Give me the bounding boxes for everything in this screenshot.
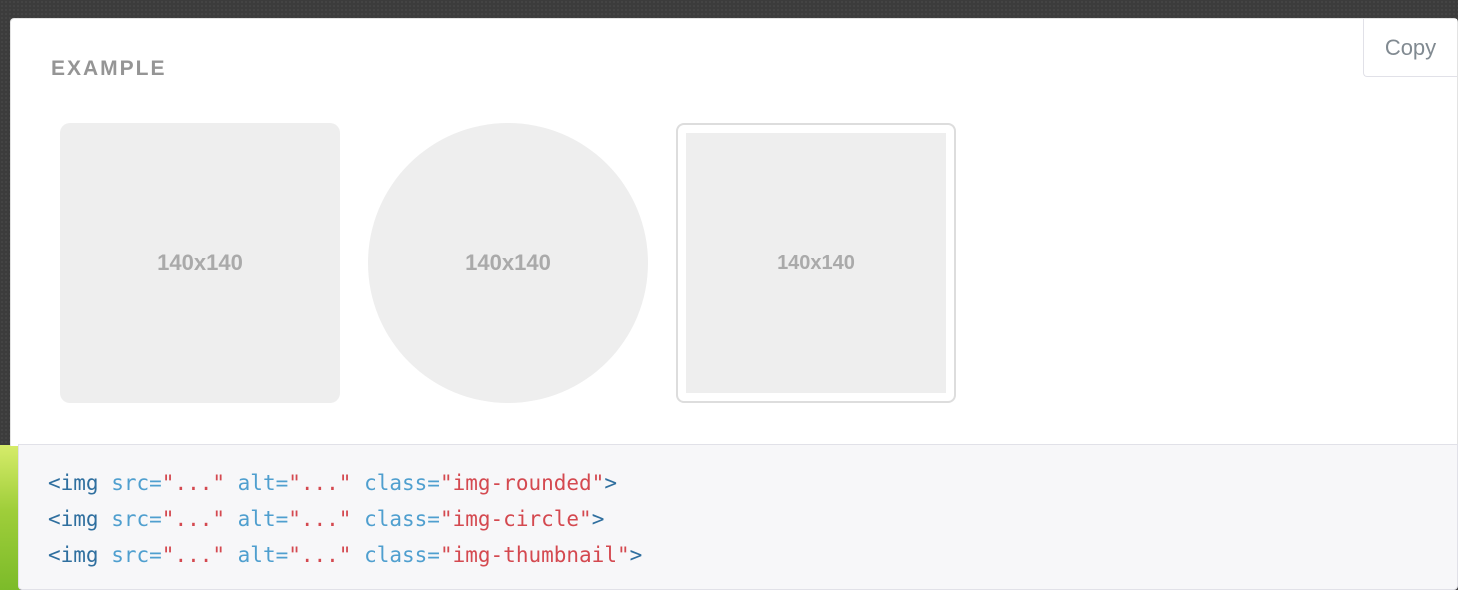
code-value-class: "img-circle" — [439, 507, 592, 531]
code-tag-close: > — [629, 543, 643, 567]
code-value-alt: "..." — [288, 507, 352, 531]
background-green-strip — [0, 445, 20, 590]
code-attr-alt: alt= — [225, 543, 289, 567]
code-tag-open: <img — [48, 471, 99, 495]
code-value-src: "..." — [161, 507, 226, 531]
circle-image-placeholder: 140x140 — [368, 123, 648, 403]
code-line: <img src="..." alt="..." class="img-circ… — [48, 501, 1457, 537]
rounded-image-placeholder: 140x140 — [60, 123, 340, 403]
code-value-alt: "..." — [288, 471, 352, 495]
code-value-alt: "..." — [288, 543, 352, 567]
code-attr-class: class= — [351, 543, 440, 567]
example-heading: EXAMPLE — [51, 57, 167, 80]
code-attr-src: src= — [98, 507, 162, 531]
code-value-src: "..." — [161, 543, 226, 567]
thumbnail-inner: 140x140 — [686, 133, 946, 393]
code-attr-class: class= — [351, 471, 440, 495]
placeholder-size-label: 140x140 — [157, 250, 243, 275]
example-panel: EXAMPLE Copy 140x140 140x140 140x140 — [10, 18, 1458, 446]
thumbnail-image-placeholder: 140x140 — [676, 123, 956, 403]
code-attr-alt: alt= — [225, 471, 289, 495]
placeholder-size-label: 140x140 — [777, 251, 855, 274]
code-attr-class: class= — [351, 507, 440, 531]
code-value-class: "img-rounded" — [439, 471, 605, 495]
code-attr-alt: alt= — [225, 507, 289, 531]
code-line: <img src="..." alt="..." class="img-roun… — [48, 465, 1457, 501]
code-tag-open: <img — [48, 507, 99, 531]
code-value-class: "img-thumbnail" — [439, 543, 630, 567]
code-attr-src: src= — [98, 471, 162, 495]
code-line: <img src="..." alt="..." class="img-thum… — [48, 537, 1457, 573]
code-tag-open: <img — [48, 543, 99, 567]
code-tag-close: > — [591, 507, 605, 531]
code-tag-close: > — [604, 471, 617, 495]
code-value-src: "..." — [161, 471, 226, 495]
copy-button[interactable]: Copy — [1363, 19, 1457, 77]
placeholder-size-label: 140x140 — [465, 250, 551, 275]
code-attr-src: src= — [98, 543, 162, 567]
code-snippet[interactable]: <img src="..." alt="..." class="img-roun… — [18, 444, 1458, 590]
